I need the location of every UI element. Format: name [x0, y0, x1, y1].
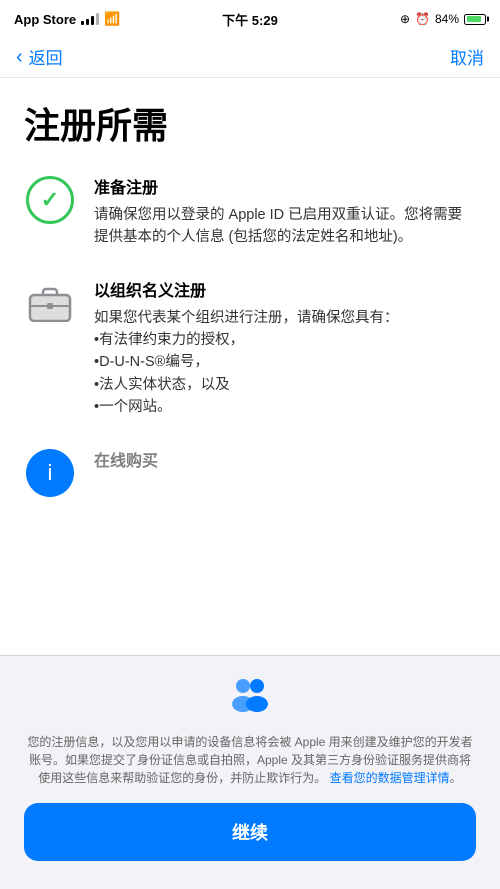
battery-indicator — [464, 14, 486, 25]
blue-circle: i — [26, 449, 74, 497]
app-store-label: App Store — [14, 12, 76, 27]
privacy-period: 。 — [450, 771, 462, 785]
checkmark-icon: ✓ — [41, 189, 59, 211]
section-prepare: ✓ 准备注册 请确保您用以登录的 Apple ID 已启用双重认证。您将需要提供… — [24, 174, 476, 249]
status-time: 下午 5:29 — [222, 10, 278, 29]
status-bar: App Store 📶 下午 5:29 ⊕ ⏰ 84% — [0, 0, 500, 36]
wifi-icon: 📶 — [104, 11, 120, 27]
checkmark-circle: ✓ — [26, 176, 74, 224]
location-icon: ⊕ — [400, 12, 410, 26]
bottom-panel: 您的注册信息，以及您用以申请的设备信息将会被 Apple 用来创建及维护您的开发… — [0, 655, 500, 889]
status-left: App Store 📶 — [14, 11, 120, 27]
section-org-icon — [24, 277, 76, 329]
section-prepare-text: 请确保您用以登录的 Apple ID 已启用双重认证。您将需要提供基本的个人信息… — [94, 204, 476, 249]
continue-button[interactable]: 继续 — [24, 803, 476, 861]
battery-percent: 84% — [435, 12, 459, 26]
chevron-left-icon: ‹ — [16, 47, 23, 67]
section-partial-heading: 在线购买 — [94, 447, 476, 471]
briefcase-svg — [28, 284, 72, 322]
section-org-heading: 以组织名义注册 — [94, 277, 476, 301]
section-partial-icon: i — [24, 447, 76, 499]
bottom-icon-area — [24, 676, 476, 721]
section-organization: 以组织名义注册 如果您代表某个组织进行注册，请确保您具有：•有法律约束力的授权，… — [24, 277, 476, 419]
content-fade — [24, 509, 476, 589]
cancel-button[interactable]: 取消 — [450, 44, 484, 69]
bottom-privacy-text: 您的注册信息，以及您用以申请的设备信息将会被 Apple 用来创建及维护您的开发… — [24, 733, 476, 787]
section-org-body: 以组织名义注册 如果您代表某个组织进行注册，请确保您具有：•有法律约束力的授权，… — [94, 277, 476, 419]
section-org-text: 如果您代表某个组织进行注册，请确保您具有：•有法律约束力的授权，•D-U-N-S… — [94, 307, 476, 419]
partial-icon-symbol: i — [48, 460, 53, 486]
nav-bar: ‹ 返回 取消 — [0, 36, 500, 78]
signal-bars — [81, 13, 99, 25]
alarm-icon: ⏰ — [415, 12, 430, 26]
main-content: 注册所需 ✓ 准备注册 请确保您用以登录的 Apple ID 已启用双重认证。您… — [0, 78, 500, 589]
back-label: 返回 — [29, 44, 63, 69]
section-partial: i 在线购买 — [24, 447, 476, 509]
back-button[interactable]: ‹ 返回 — [16, 44, 63, 69]
section-partial-body: 在线购买 — [94, 447, 476, 477]
page-title: 注册所需 — [24, 106, 476, 146]
section-prepare-icon: ✓ — [24, 174, 76, 226]
people-icon — [228, 676, 272, 721]
status-right: ⊕ ⏰ 84% — [400, 12, 486, 26]
privacy-link[interactable]: 查看您的数据管理详情 — [330, 771, 450, 785]
section-prepare-heading: 准备注册 — [94, 174, 476, 198]
section-prepare-body: 准备注册 请确保您用以登录的 Apple ID 已启用双重认证。您将需要提供基本… — [94, 174, 476, 249]
